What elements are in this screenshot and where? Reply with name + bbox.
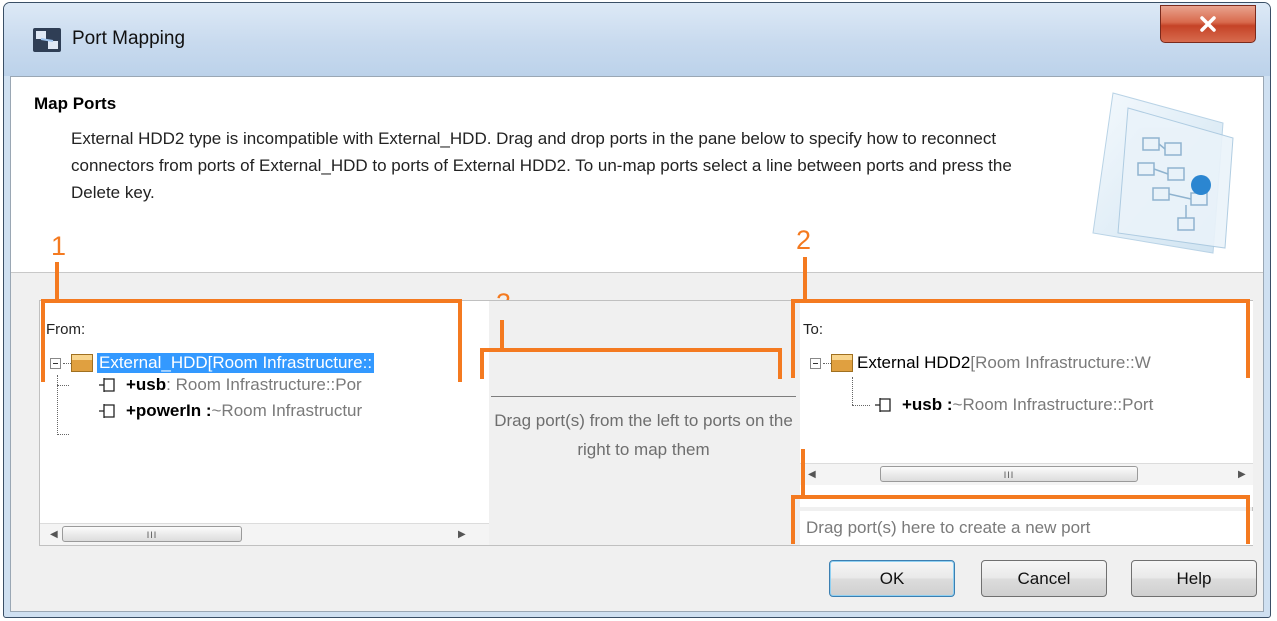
header-title: Map Ports [34,94,117,113]
callout-stem-2 [803,257,807,300]
callout-stem-4 [801,449,805,496]
mapping-area[interactable]: Drag port(s) from the left to ports on t… [491,301,796,545]
mapping-hint: Drag port(s) from the left to ports on t… [494,411,793,459]
close-icon [1200,16,1216,32]
scroll-right-icon[interactable]: ▶ [458,529,466,540]
dialog-header: Map Ports External HDD2 type is incompat… [11,77,1263,273]
port-mapping-illustration [1092,92,1234,254]
callout-box-4 [791,495,1250,544]
ok-button[interactable]: OK [829,560,955,597]
cancel-button[interactable]: Cancel [981,560,1107,597]
port-name: +usb : [902,395,953,414]
title-bar[interactable]: Port Mapping [4,3,1270,76]
tree-item-port-powerin[interactable]: +powerIn : ~Room Infrastructur [98,399,362,423]
scroll-left-icon[interactable]: ◀ [50,529,58,540]
scroll-right-icon[interactable]: ▶ [1238,469,1246,480]
to-horizontal-scrollbar[interactable]: ◀ III ▶ [800,463,1253,485]
from-horizontal-scrollbar[interactable]: ◀ III ▶ [40,523,489,545]
callout-box-1 [41,299,462,382]
callout-box-3 [480,348,782,379]
port-icon [875,398,891,412]
scrollbar-thumb[interactable]: III [880,466,1138,482]
callout-stem-3 [500,320,504,349]
scroll-left-icon[interactable]: ◀ [808,469,816,480]
port-mapping-window: Port Mapping Map Ports External HDD2 typ… [3,2,1271,618]
window-title: Port Mapping [72,28,186,49]
port-mapping-app-icon [33,28,61,52]
callout-box-2 [791,299,1250,378]
help-button[interactable]: Help [1131,560,1257,597]
port-name: +powerIn : [126,401,212,420]
tree-item-port-usb[interactable]: +usb : ~Room Infrastructure::Port [874,393,1153,417]
port-type: ~Room Infrastructur [211,401,363,420]
callout-number-2: 2 [796,225,812,255]
mapping-divider [491,396,796,397]
dialog-body: Map Ports External HDD2 type is incompat… [10,76,1264,612]
scrollbar-thumb[interactable]: III [62,526,242,542]
port-type: ~Room Infrastructure::Port [952,395,1154,414]
header-description: External HDD2 type is incompatible with … [71,129,1012,202]
close-button[interactable] [1160,5,1256,43]
callout-number-1: 1 [51,231,67,261]
port-icon [99,404,115,418]
callout-stem-1 [55,262,59,300]
